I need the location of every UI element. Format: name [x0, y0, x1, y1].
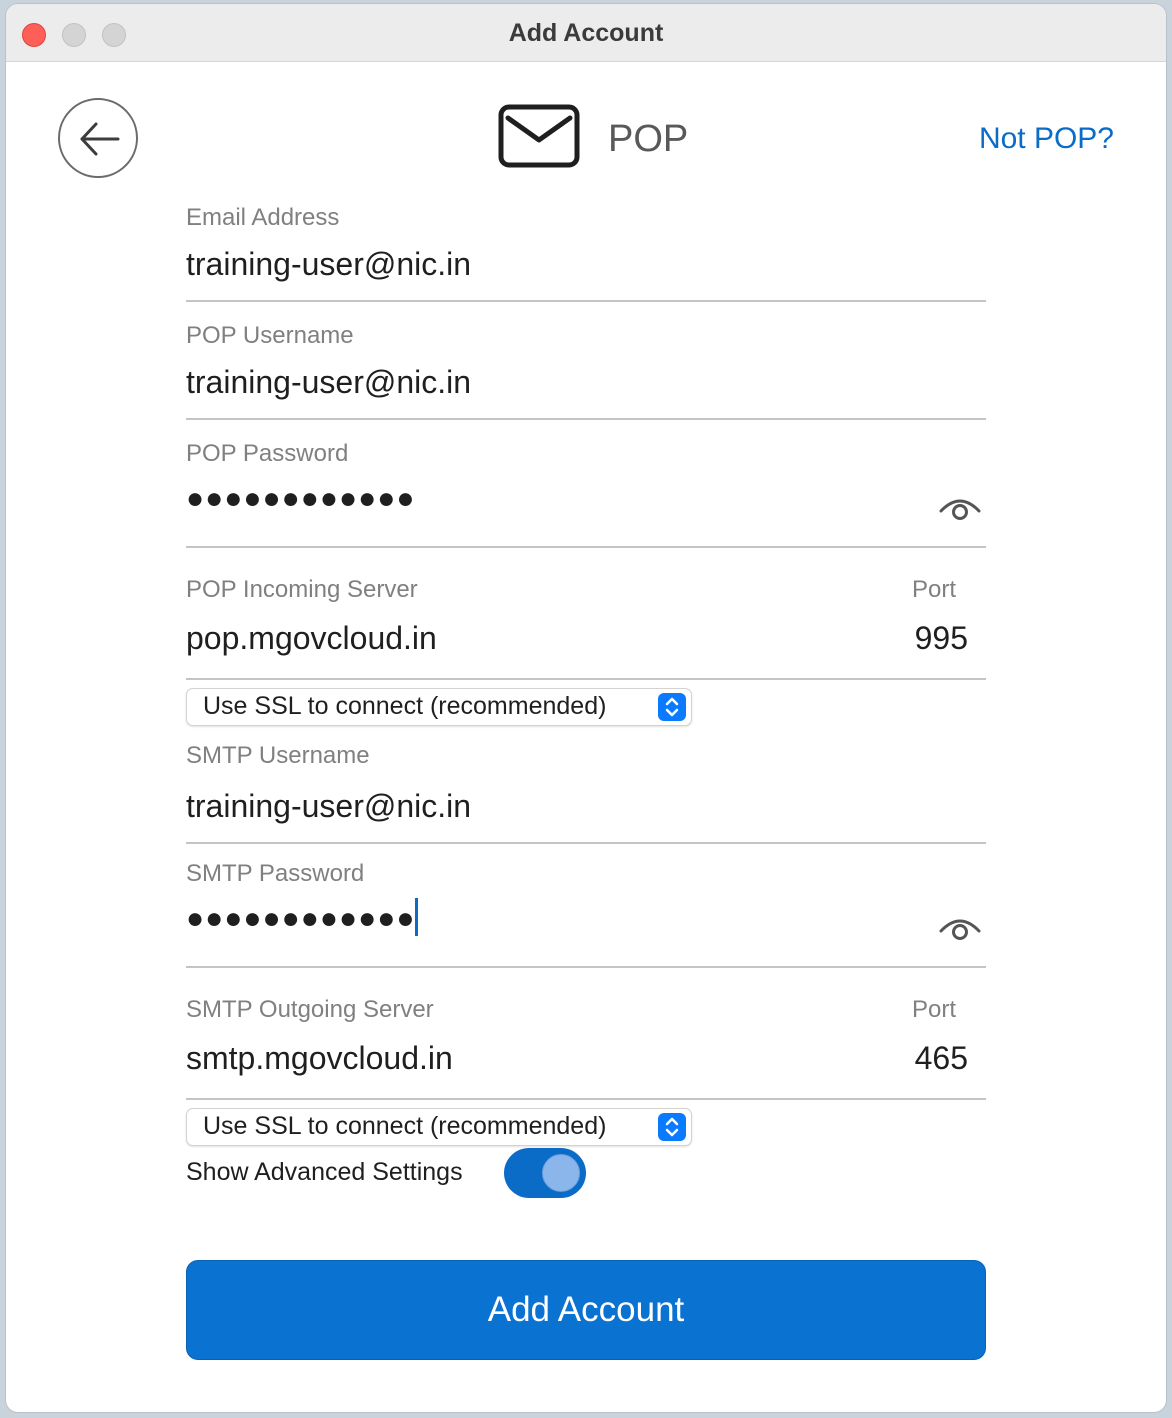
title-bar: Add Account [6, 4, 1166, 62]
add-account-button[interactable]: Add Account [186, 1260, 986, 1360]
eye-icon[interactable] [938, 914, 982, 942]
smtp-port-value[interactable]: 465 [915, 1040, 968, 1077]
smtp-server-underline [186, 1098, 986, 1100]
smtp-username-label: SMTP Username [186, 742, 370, 769]
email-field[interactable]: Email Address training-user@nic.in [186, 200, 986, 304]
advanced-settings-label: Show Advanced Settings [186, 1158, 463, 1186]
smtp-server-value[interactable]: smtp.mgovcloud.in [186, 1040, 453, 1077]
email-label: Email Address [186, 204, 340, 231]
smtp-server-label: SMTP Outgoing Server [186, 996, 434, 1023]
smtp-password-field[interactable]: SMTP Password ●●●●●●●●●●●● [186, 856, 986, 970]
pop-port-value[interactable]: 995 [915, 620, 968, 657]
pop-password-value[interactable]: ●●●●●●●●●●●● [186, 482, 415, 516]
pop-password-field[interactable]: POP Password ●●●●●●●●●●●● [186, 436, 986, 550]
not-pop-link[interactable]: Not POP? [979, 122, 1114, 156]
smtp-username-value[interactable]: training-user@nic.in [186, 788, 471, 825]
smtp-password-underline [186, 966, 986, 968]
smtp-server-field[interactable]: SMTP Outgoing Server smtp.mgovcloud.in P… [186, 992, 986, 1102]
pop-password-label: POP Password [186, 440, 349, 467]
email-value[interactable]: training-user@nic.in [186, 246, 471, 283]
smtp-username-underline [186, 842, 986, 844]
pop-username-field[interactable]: POP Username training-user@nic.in [186, 318, 986, 422]
pop-username-underline [186, 418, 986, 420]
pop-ssl-value: Use SSL to connect (recommended) [203, 692, 607, 720]
advanced-settings-toggle[interactable] [504, 1148, 586, 1198]
smtp-ssl-value: Use SSL to connect (recommended) [203, 1112, 607, 1140]
add-account-window: Add Account POP Not POP? Email Address t… [6, 4, 1166, 1412]
smtp-password-label: SMTP Password [186, 860, 365, 887]
smtp-port-label: Port [911, 996, 956, 1023]
smtp-ssl-select[interactable]: Use SSL to connect (recommended) [186, 1108, 692, 1146]
pop-username-value[interactable]: training-user@nic.in [186, 364, 471, 401]
pop-port-label: Port [911, 576, 956, 603]
window-title: Add Account [508, 19, 664, 47]
text-caret [415, 898, 419, 937]
toggle-knob [542, 1154, 580, 1192]
arrow-left-icon [80, 122, 120, 156]
pop-server-field[interactable]: POP Incoming Server pop.mgovcloud.in Por… [186, 572, 986, 682]
pop-username-label: POP Username [186, 322, 354, 349]
pop-server-value[interactable]: pop.mgovcloud.in [186, 620, 437, 657]
eye-icon[interactable] [938, 494, 982, 522]
pop-server-label: POP Incoming Server [186, 576, 418, 603]
pop-server-underline [186, 678, 986, 680]
chevron-updown-icon [658, 693, 686, 721]
account-type-label: POP [608, 118, 689, 160]
pop-password-underline [186, 546, 986, 548]
envelope-icon [498, 104, 580, 168]
smtp-password-value: ●●●●●●●●●●●● [186, 902, 416, 935]
pop-ssl-select[interactable]: Use SSL to connect (recommended) [186, 688, 692, 726]
back-button[interactable] [58, 98, 138, 178]
email-underline [186, 300, 986, 302]
chevron-updown-icon [658, 1113, 686, 1141]
smtp-username-field[interactable]: SMTP Username training-user@nic.in [186, 738, 986, 844]
smtp-password-input[interactable]: ●●●●●●●●●●●● [186, 898, 419, 937]
